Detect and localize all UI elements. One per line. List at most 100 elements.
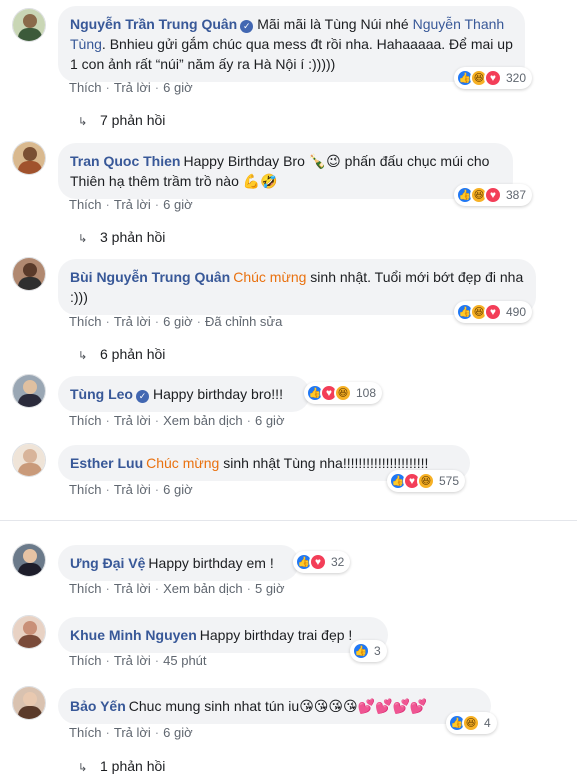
commenter-name[interactable]: Khue Minh Nguyen: [70, 627, 197, 643]
timestamp[interactable]: 45 phút: [163, 653, 206, 668]
like-link[interactable]: Thích: [69, 653, 102, 668]
comment-text: Happy birthday trai đẹp !: [199, 627, 353, 643]
avatar[interactable]: [12, 257, 46, 291]
reply-link[interactable]: Trả lời: [114, 725, 151, 740]
comment-bubble: Bảo Yến Chuc mung sinh nhat tún iu😘😘😘😘💕💕💕…: [58, 688, 491, 724]
like-link[interactable]: Thích: [69, 413, 102, 428]
comment-text: Chuc mung sinh nhat tún iu😘😘😘😘💕💕💕💕: [128, 698, 428, 714]
timestamp[interactable]: 6 giờ: [163, 482, 193, 497]
haha-reaction-icon: 😆: [417, 472, 435, 490]
reaction-summary[interactable]: 👍 3: [350, 640, 387, 662]
avatar[interactable]: [12, 8, 46, 42]
view-replies-link[interactable]: ↳ 3 phản hồi: [78, 228, 165, 246]
haha-reaction-icon: 😆: [462, 714, 480, 732]
comment-text: Mãi mãi là Tùng Núi nhé: [257, 16, 413, 32]
commenter-name[interactable]: Ưng Đại Vệ: [70, 555, 145, 571]
avatar[interactable]: [12, 443, 46, 477]
divider: [0, 520, 577, 521]
comment-text: . Bnhieu gửi gắm chúc qua mess đt rồi nh…: [70, 36, 513, 72]
avatar[interactable]: [12, 543, 46, 577]
avatar[interactable]: [12, 374, 46, 408]
reply-link[interactable]: Trả lời: [114, 482, 151, 497]
verified-badge-icon: ✓: [136, 390, 149, 403]
reaction-count: 4: [484, 716, 491, 730]
commenter-name[interactable]: Esther Luu: [70, 455, 143, 471]
commenter-name[interactable]: Bùi Nguyễn Trung Quân: [70, 269, 230, 285]
comment-bubble: Tùng Leo ✓ Happy birthday bro!!!: [58, 376, 310, 412]
comment-actions: Thích · Trả lời · 45 phút: [69, 653, 207, 668]
comment-actions: Thích · Trả lời · Xem bản dịch · 5 giờ: [69, 581, 285, 596]
reaction-count: 490: [506, 305, 527, 319]
reaction-summary[interactable]: 👍 ♥ 😆 108: [304, 382, 383, 404]
comment-actions: Thích · Trả lời · 6 giờ · Đã chỉnh sửa: [69, 314, 283, 329]
see-translation-link[interactable]: Xem bản dịch: [163, 581, 243, 596]
see-translation-link[interactable]: Xem bản dịch: [163, 413, 243, 428]
commenter-name[interactable]: Tran Quoc Thien: [70, 153, 180, 169]
replies-count: 7 phản hồi: [100, 112, 166, 128]
like-link[interactable]: Thích: [69, 581, 102, 596]
reaction-summary[interactable]: 👍 😆 4: [446, 712, 497, 734]
like-link[interactable]: Thích: [69, 314, 102, 329]
comment-text: Happy birthday bro!!!: [153, 386, 283, 402]
view-replies-link[interactable]: ↳ 7 phản hồi: [78, 111, 165, 129]
reply-arrow-icon: ↳: [78, 350, 88, 362]
comment-text: Happy birthday em !: [148, 555, 274, 571]
comment-actions: Thích · Trả lời · 6 giờ: [69, 482, 193, 497]
haha-reaction-icon: 😆: [334, 384, 352, 402]
edited-label[interactable]: Đã chỉnh sửa: [205, 314, 282, 329]
reply-link[interactable]: Trả lời: [114, 653, 151, 668]
timestamp[interactable]: 6 giờ: [163, 197, 193, 212]
celebration-tag[interactable]: Chúc mừng: [233, 269, 306, 285]
replies-count: 6 phản hồi: [100, 346, 166, 362]
avatar[interactable]: [12, 141, 46, 175]
reaction-summary[interactable]: 👍 ♥ 😆 575: [387, 470, 466, 492]
commenter-name[interactable]: Bảo Yến: [70, 698, 126, 714]
reaction-summary[interactable]: 👍 😆 ♥ 320: [454, 67, 533, 89]
comment-bubble: Tran Quoc Thien Happy Birthday Bro 🍾😉 phấ…: [58, 143, 513, 199]
comment-actions: Thích · Trả lời · 6 giờ: [69, 80, 193, 95]
timestamp[interactable]: 6 giờ: [163, 725, 193, 740]
reaction-summary[interactable]: 👍 😆 ♥ 387: [454, 184, 533, 206]
reaction-count: 32: [331, 555, 345, 569]
reply-arrow-icon: ↳: [78, 762, 88, 774]
like-link[interactable]: Thích: [69, 725, 102, 740]
comment-actions: Thích · Trả lời · 6 giờ: [69, 197, 193, 212]
comment-bubble: Ưng Đại Vệ Happy birthday em !: [58, 545, 299, 581]
timestamp[interactable]: 5 giờ: [255, 581, 285, 596]
reaction-count: 387: [506, 188, 527, 202]
reaction-summary[interactable]: 👍 😆 ♥ 490: [454, 301, 533, 323]
commenter-name[interactable]: Nguyễn Trần Trung Quân: [70, 16, 237, 32]
like-link[interactable]: Thích: [69, 482, 102, 497]
commenter-name[interactable]: Tùng Leo: [70, 386, 133, 402]
timestamp[interactable]: 6 giờ: [163, 314, 193, 329]
reply-link[interactable]: Trả lời: [114, 581, 151, 596]
reply-arrow-icon: ↳: [78, 116, 88, 128]
comment-actions: Thích · Trả lời · 6 giờ: [69, 725, 193, 740]
comment-actions: Thích · Trả lời · Xem bản dịch · 6 giờ: [69, 413, 285, 428]
comment-text: sinh nhật Tùng nha!!!!!!!!!!!!!!!!!!!!!!: [219, 455, 429, 471]
reply-link[interactable]: Trả lời: [114, 197, 151, 212]
view-replies-link[interactable]: ↳ 6 phản hồi: [78, 345, 165, 363]
reaction-count: 320: [506, 71, 527, 85]
like-link[interactable]: Thích: [69, 80, 102, 95]
reply-arrow-icon: ↳: [78, 233, 88, 245]
reaction-count: 108: [356, 386, 377, 400]
replies-count: 3 phản hồi: [100, 229, 166, 245]
comment-bubble: Nguyễn Trần Trung Quân ✓ Mãi mãi là Tùng N…: [58, 6, 525, 82]
view-replies-link[interactable]: ↳ 1 phản hồi: [78, 757, 165, 775]
timestamp[interactable]: 6 giờ: [163, 80, 193, 95]
replies-count: 1 phản hồi: [100, 758, 166, 774]
avatar[interactable]: [12, 686, 46, 720]
like-link[interactable]: Thích: [69, 197, 102, 212]
verified-badge-icon: ✓: [240, 20, 254, 33]
love-reaction-icon: ♥: [309, 553, 327, 571]
timestamp[interactable]: 6 giờ: [255, 413, 285, 428]
love-reaction-icon: ♥: [484, 186, 502, 204]
reaction-summary[interactable]: 👍 ♥ 32: [293, 551, 351, 573]
reply-link[interactable]: Trả lời: [114, 314, 151, 329]
avatar[interactable]: [12, 615, 46, 649]
reaction-count: 3: [374, 644, 381, 658]
reply-link[interactable]: Trả lời: [114, 413, 151, 428]
reply-link[interactable]: Trả lời: [114, 80, 151, 95]
celebration-tag[interactable]: Chúc mừng: [146, 455, 219, 471]
